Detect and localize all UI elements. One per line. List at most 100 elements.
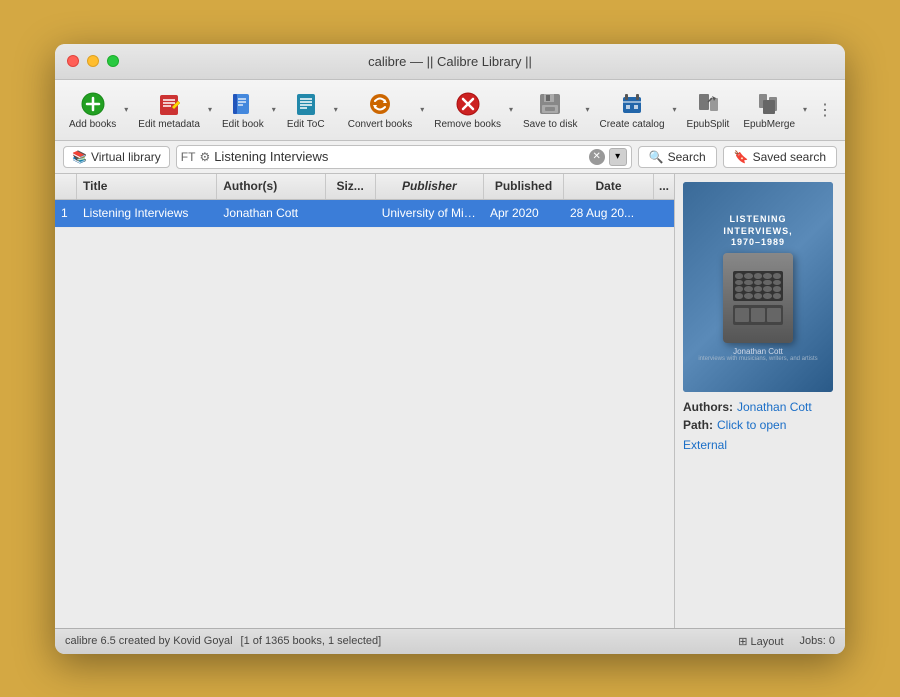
add-books-dropdown[interactable]: ▾ xyxy=(122,86,130,134)
epub-merge-label: EpubMerge xyxy=(743,119,795,130)
table-header: Title Author(s) Siz... Publisher Publish… xyxy=(55,174,674,200)
authors-row: Authors: Jonathan Cott xyxy=(683,400,837,414)
toolbar-more-button[interactable]: ⋮ xyxy=(813,96,837,124)
search-label: Search xyxy=(668,150,706,164)
epub-merge-dropdown[interactable]: ▾ xyxy=(801,86,809,134)
close-button[interactable] xyxy=(67,55,79,67)
authors-label: Authors: xyxy=(683,400,733,414)
statusbar: calibre 6.5 created by Kovid Goyal [1 of… xyxy=(55,628,845,654)
edit-toc-button[interactable]: Edit ToC xyxy=(280,86,332,134)
create-catalog-dropdown[interactable]: ▾ xyxy=(671,86,679,134)
titlebar: calibre — || Calibre Library || xyxy=(55,44,845,80)
row-publisher: University of Minn... xyxy=(376,206,484,220)
settings-icon[interactable]: ⚙ xyxy=(199,150,210,164)
edit-toc-label: Edit ToC xyxy=(287,119,325,130)
traffic-lights xyxy=(67,55,119,67)
edit-book-button[interactable]: Edit book xyxy=(216,86,270,134)
remove-books-button[interactable]: Remove books xyxy=(428,86,507,134)
layout-icon: ⊞ xyxy=(738,636,750,648)
path-value[interactable]: Click to open xyxy=(717,418,786,432)
saved-search-button[interactable]: 🔖 Saved search xyxy=(723,146,837,168)
edit-book-group: Edit book ▾ xyxy=(216,86,278,134)
epub-split-group: EpubSplit xyxy=(681,86,736,134)
save-to-disk-dropdown[interactable]: ▾ xyxy=(583,86,591,134)
edit-book-dropdown[interactable]: ▾ xyxy=(270,86,278,134)
speaker-dot xyxy=(773,273,781,279)
speaker-dot xyxy=(735,293,743,299)
minimize-button[interactable] xyxy=(87,55,99,67)
filter-icon: FT xyxy=(181,150,196,164)
search-dropdown-button[interactable]: ▾ xyxy=(609,148,627,166)
speaker-dot xyxy=(763,293,771,299)
search-button[interactable]: 🔍 Search xyxy=(638,146,717,168)
main-content: Title Author(s) Siz... Publisher Publish… xyxy=(55,174,845,628)
authors-value[interactable]: Jonathan Cott xyxy=(737,400,812,414)
search-input[interactable] xyxy=(214,149,584,164)
status-right: ⊞ Layout Jobs: 0 xyxy=(738,635,835,648)
col-header-size[interactable]: Siz... xyxy=(326,174,376,199)
remove-books-group: Remove books ▾ xyxy=(428,86,515,134)
epub-merge-icon xyxy=(755,90,783,118)
col-header-published[interactable]: Published xyxy=(484,174,564,199)
speaker-grid xyxy=(733,271,783,301)
convert-books-dropdown[interactable]: ▾ xyxy=(418,86,426,134)
row-author: Jonathan Cott xyxy=(217,206,325,220)
virtual-library-label: Virtual library xyxy=(91,150,161,164)
cover-subtitle: interviews with musicians, writers, and … xyxy=(692,356,823,363)
dev-btn xyxy=(735,308,749,322)
window-title: calibre — || Calibre Library || xyxy=(368,54,532,69)
save-to-disk-group: Save to disk ▾ xyxy=(517,86,592,134)
col-header-more[interactable]: ... xyxy=(654,174,674,199)
col-header-date[interactable]: Date xyxy=(564,174,654,199)
path-row: Path: Click to open xyxy=(683,418,837,432)
dev-btn xyxy=(767,308,781,322)
book-info: Authors: Jonathan Cott Path: Click to op… xyxy=(683,400,837,454)
speaker-dot xyxy=(754,286,762,292)
add-books-group: Add books ▾ xyxy=(63,86,130,134)
row-title: Listening Interviews xyxy=(77,206,217,220)
table-row[interactable]: 1 Listening Interviews Jonathan Cott Uni… xyxy=(55,200,674,228)
col-header-title[interactable]: Title xyxy=(77,174,217,199)
convert-books-button[interactable]: Convert books xyxy=(342,86,418,134)
edit-metadata-button[interactable]: Edit metadata xyxy=(132,86,206,134)
speaker-dot xyxy=(773,293,781,299)
create-catalog-button[interactable]: Create catalog xyxy=(593,86,670,134)
epub-split-icon xyxy=(694,90,722,118)
edit-toc-dropdown[interactable]: ▾ xyxy=(332,86,340,134)
col-header-num[interactable] xyxy=(55,174,77,199)
speaker-dot xyxy=(754,280,762,286)
virtual-library-button[interactable]: 📚 Virtual library xyxy=(63,146,170,168)
convert-books-group: Convert books ▾ xyxy=(342,86,427,134)
external-link[interactable]: External xyxy=(683,436,837,454)
jobs-label: Jobs: 0 xyxy=(800,635,835,647)
main-window: calibre — || Calibre Library || Add book… xyxy=(55,44,845,654)
dev-btn xyxy=(751,308,765,322)
search-clear-button[interactable]: ✕ xyxy=(589,149,605,165)
row-date: 28 Aug 20... xyxy=(564,206,654,220)
add-books-button[interactable]: Add books xyxy=(63,86,122,134)
col-header-publisher[interactable]: Publisher xyxy=(376,174,484,199)
create-catalog-group: Create catalog ▾ xyxy=(593,86,678,134)
col-header-author[interactable]: Author(s) xyxy=(217,174,325,199)
remove-books-dropdown[interactable]: ▾ xyxy=(507,86,515,134)
search-icon: 🔍 xyxy=(649,150,664,164)
edit-toc-group: Edit ToC ▾ xyxy=(280,86,340,134)
cover-device-image xyxy=(723,253,793,343)
save-to-disk-button[interactable]: Save to disk xyxy=(517,86,583,134)
searchbar: 📚 Virtual library FT ⚙ ✕ ▾ 🔍 Search 🔖 Sa… xyxy=(55,141,845,174)
edit-metadata-group: Edit metadata ▾ xyxy=(132,86,214,134)
save-to-disk-label: Save to disk xyxy=(523,119,577,130)
speaker-dot xyxy=(773,286,781,292)
speaker-dot xyxy=(763,286,771,292)
book-icon: 📚 xyxy=(72,150,87,164)
layout-button[interactable]: ⊞ Layout xyxy=(738,635,783,648)
speaker-dot xyxy=(763,273,771,279)
convert-books-label: Convert books xyxy=(348,119,412,130)
maximize-button[interactable] xyxy=(107,55,119,67)
edit-book-label: Edit book xyxy=(222,119,264,130)
epub-merge-button[interactable]: EpubMerge xyxy=(737,86,801,134)
cover-author-text: Jonathan Cott xyxy=(733,347,783,356)
edit-metadata-dropdown[interactable]: ▾ xyxy=(206,86,214,134)
book-cover: ListeningInterviews,1970–1989 xyxy=(683,182,833,392)
epub-split-button[interactable]: EpubSplit xyxy=(681,86,736,134)
